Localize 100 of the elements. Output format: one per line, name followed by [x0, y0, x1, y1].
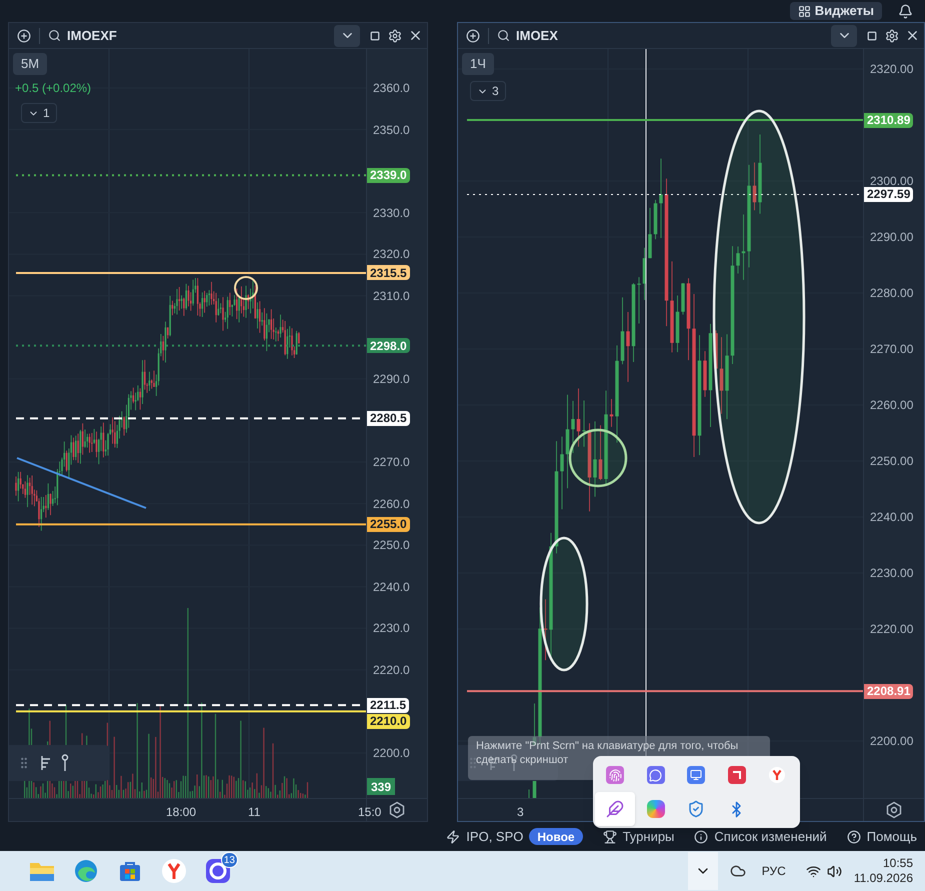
- price-axis-label: 2320.00: [870, 63, 914, 75]
- price-axis-label: 2250.00: [870, 455, 914, 467]
- clock-date[interactable]: 11.09.2026: [854, 871, 913, 886]
- notification-bell-icon[interactable]: [898, 4, 913, 18]
- shopping-bag-icon[interactable]: [118, 859, 142, 883]
- candlestick: [648, 208, 652, 259]
- candlestick: [676, 295, 680, 353]
- price-axis-label: 2200.00: [870, 735, 914, 747]
- price-axis-label: 2310.0: [373, 290, 410, 302]
- wifi-icon[interactable]: [806, 864, 821, 878]
- price-tag: 2315.5: [367, 265, 410, 280]
- settings-icon[interactable]: [388, 28, 402, 42]
- cloud-icon[interactable]: [730, 863, 746, 879]
- interval-button[interactable]: 5M: [13, 53, 48, 75]
- window-icon[interactable]: [370, 30, 380, 40]
- status-link[interactable]: IPO, SPO: [446, 826, 524, 846]
- price-axis-label: 2240.0: [373, 580, 410, 593]
- highlight-circle: [234, 276, 258, 300]
- price-axis-label: 2290.0: [373, 372, 410, 385]
- candlestick: [736, 246, 740, 274]
- add-icon[interactable]: [466, 28, 480, 42]
- ticker-symbol[interactable]: IMOEX: [516, 26, 558, 46]
- price-tag: 2310.89: [864, 112, 914, 128]
- tree-icon[interactable]: [39, 755, 53, 771]
- price-tag: 2210.0: [367, 714, 410, 729]
- notification-badge: 13: [220, 852, 238, 868]
- logo-icon[interactable]: [161, 858, 187, 884]
- grid-icon: [798, 4, 811, 18]
- candlestick: [642, 247, 646, 300]
- volume-tag: 339: [367, 778, 396, 795]
- volume-icon[interactable]: [826, 864, 842, 878]
- candlestick: [528, 789, 530, 798]
- price-axis-label: 2270.0: [373, 456, 410, 468]
- ticker-symbol[interactable]: IMOEXF: [67, 26, 117, 46]
- candlestick: [576, 388, 580, 448]
- status-link[interactable]: Турниры: [602, 826, 674, 846]
- candlestick: [681, 282, 685, 315]
- interval-button[interactable]: 1Ч: [462, 53, 494, 75]
- candlestick: [598, 424, 602, 481]
- trophy-icon: [602, 830, 617, 844]
- price-axis-label: 2270.00: [870, 343, 914, 355]
- price-tag: 2339.0: [367, 168, 410, 183]
- status-link[interactable]: Список изменений: [694, 826, 827, 846]
- price-tag: 2298.0: [367, 338, 410, 354]
- pin-icon[interactable]: [61, 754, 69, 772]
- price-axis-label: 2320.0: [373, 248, 410, 260]
- highlight-ellipse: [568, 428, 628, 488]
- price-axis-label: 2330.0: [373, 206, 410, 219]
- fingerprint-icon[interactable]: [606, 766, 624, 784]
- price-axis-label: 2260.0: [373, 498, 410, 510]
- logo-icon[interactable]: [768, 766, 786, 784]
- price-axis-label: 2200.0: [373, 746, 410, 759]
- dropdown-button[interactable]: [831, 24, 857, 46]
- candlestick: [626, 312, 630, 382]
- window-icon[interactable]: [867, 30, 877, 40]
- browser-icon[interactable]: [74, 859, 98, 883]
- settings-icon[interactable]: [388, 801, 406, 819]
- settings-icon[interactable]: [885, 801, 903, 819]
- indicators-toggle[interactable]: 1: [21, 103, 57, 123]
- price-tag: 2211.5: [367, 698, 410, 713]
- monitor-icon[interactable]: [687, 766, 706, 784]
- add-icon[interactable]: [17, 28, 31, 42]
- app-icon[interactable]: [646, 800, 665, 818]
- indicators-toggle[interactable]: 3: [470, 81, 506, 101]
- price-axis-label: 2300.00: [870, 175, 914, 187]
- price-axis-label: 2230.00: [870, 567, 914, 579]
- settings-icon[interactable]: [885, 28, 899, 42]
- dropdown-button[interactable]: [334, 24, 360, 46]
- candlestick: [571, 400, 575, 454]
- folder-icon[interactable]: [29, 860, 55, 882]
- price-axis-label: 2250.0: [373, 539, 410, 552]
- widgets-button[interactable]: Виджеты: [790, 2, 882, 20]
- close-icon[interactable]: [905, 28, 920, 43]
- search-icon[interactable]: [48, 29, 61, 42]
- logo-icon[interactable]: [728, 766, 746, 784]
- close-icon[interactable]: [408, 28, 423, 43]
- chat-bubble-icon[interactable]: [646, 766, 665, 784]
- price-axis-label: 2230.0: [373, 622, 410, 634]
- candlestick: [714, 330, 718, 390]
- clock-time[interactable]: 10:55: [882, 856, 913, 871]
- shield-icon[interactable]: [687, 800, 706, 818]
- candlestick: [610, 398, 614, 428]
- price-change: +0.5 (+0.02%): [14, 80, 92, 97]
- candlestick: [544, 598, 548, 661]
- language-indicator[interactable]: РУС: [762, 862, 786, 880]
- candlestick: [703, 350, 707, 398]
- search-icon[interactable]: [497, 29, 510, 42]
- time-axis-label: 15:0: [358, 804, 382, 821]
- time-axis-label: 18:00: [166, 804, 196, 821]
- lightning-icon: [446, 830, 460, 844]
- price-axis-label: 2240.00: [870, 511, 914, 523]
- candlestick: [620, 296, 624, 365]
- candlestick: [752, 162, 756, 211]
- candlestick: [582, 400, 586, 448]
- tray-item[interactable]: [595, 792, 635, 826]
- feather-icon[interactable]: [606, 800, 624, 818]
- status-link[interactable]: Помощь: [846, 826, 917, 846]
- candlestick: [654, 200, 658, 240]
- price-axis-label: 2220.0: [373, 664, 410, 676]
- price-axis-label: 2290.00: [870, 231, 914, 243]
